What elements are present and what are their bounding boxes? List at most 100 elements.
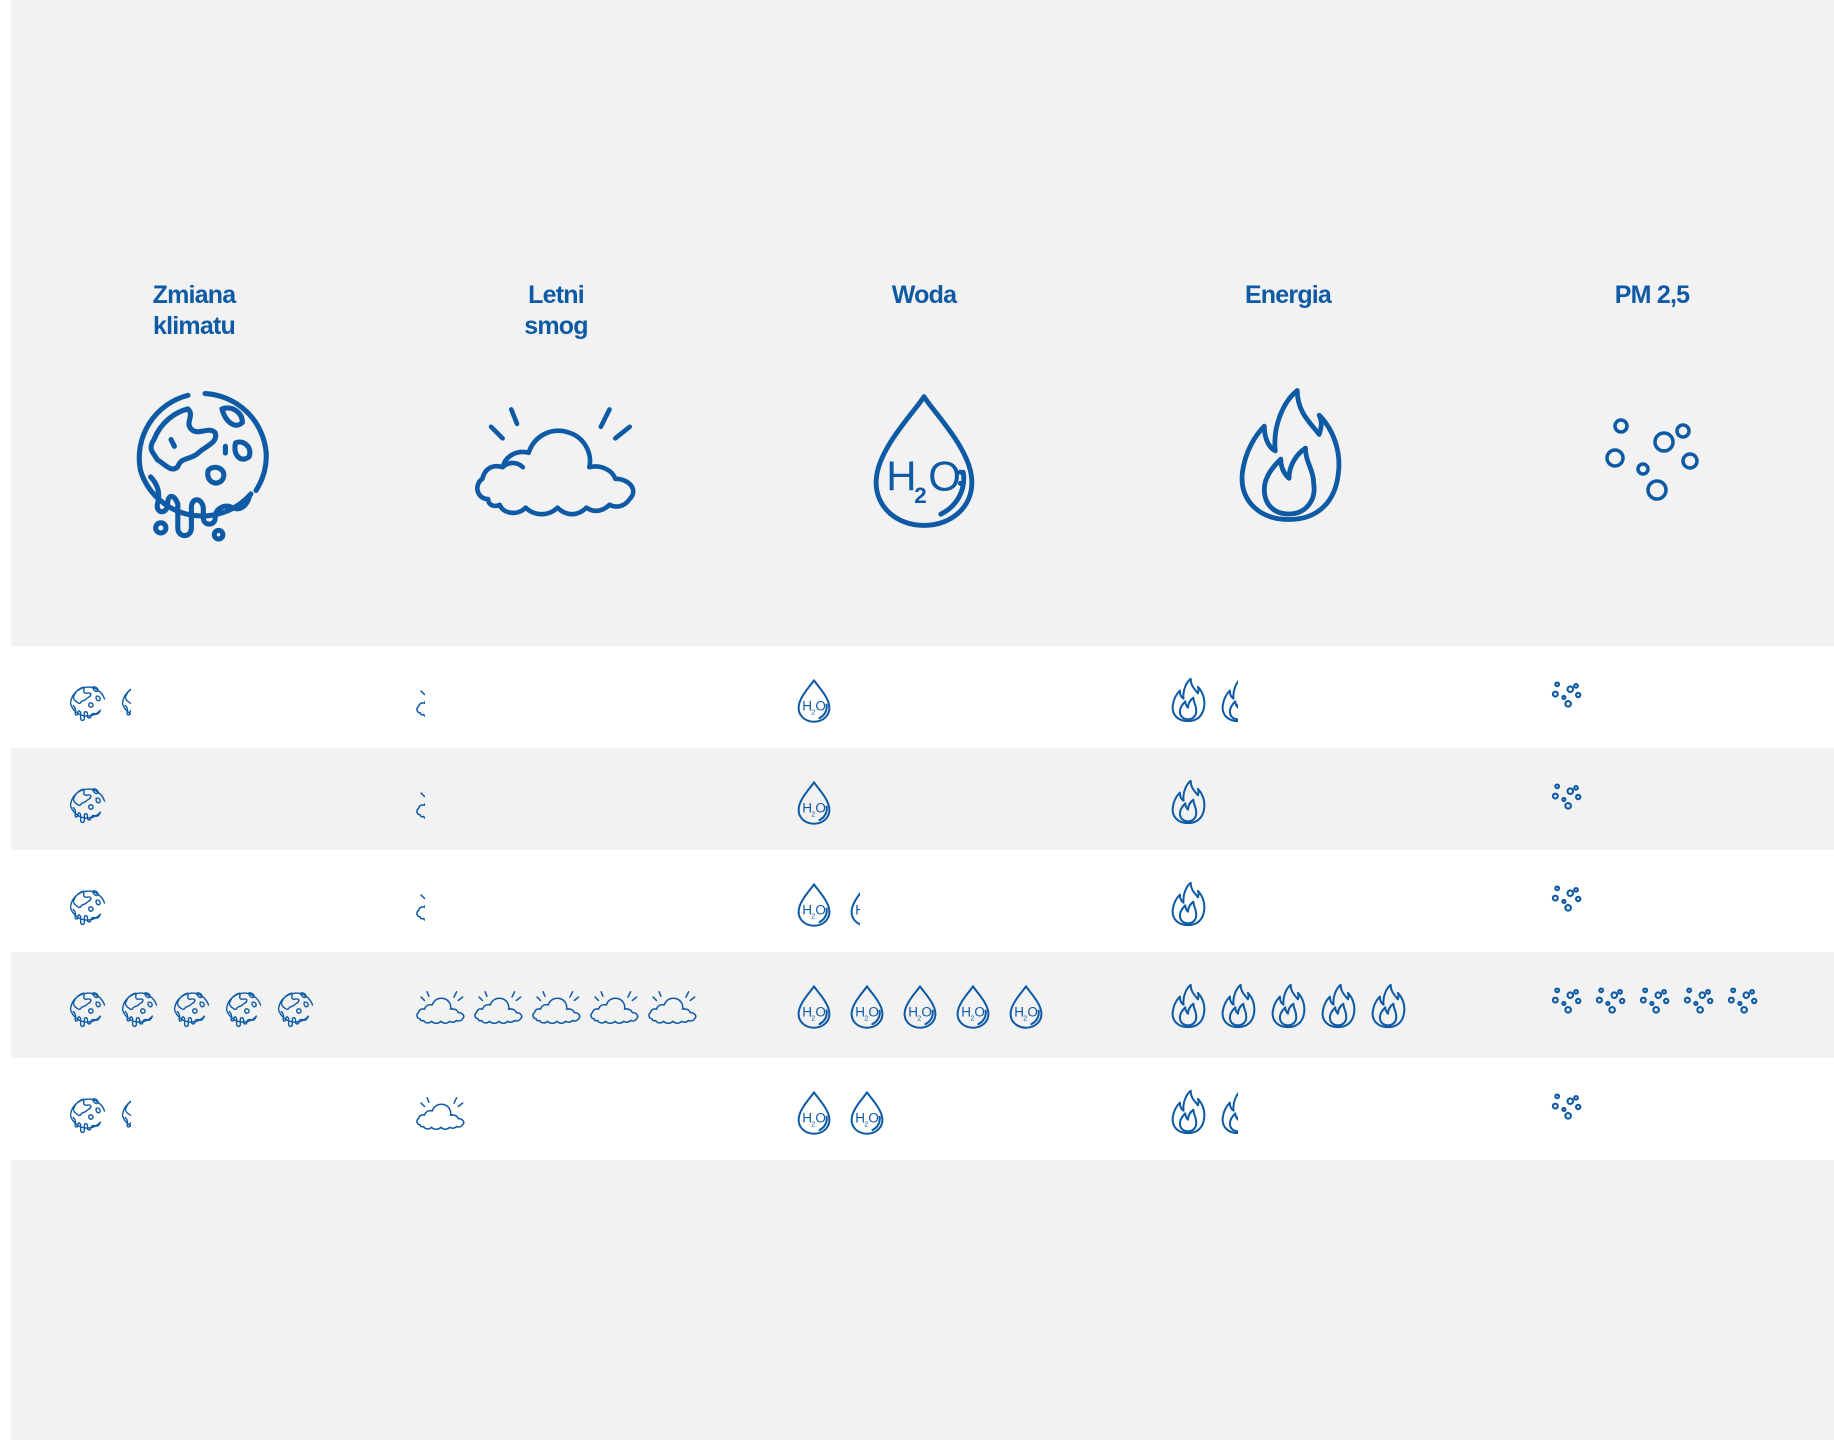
cell-climate xyxy=(65,850,385,952)
svg-text:O: O xyxy=(815,902,826,917)
melting-globe-icon xyxy=(117,1088,131,1140)
svg-text:O: O xyxy=(815,1004,826,1019)
svg-text:H: H xyxy=(855,1110,865,1125)
water-drop-h2o-icon: H2O xyxy=(955,984,995,1034)
table-row: H2O xyxy=(11,748,1834,850)
water-drop-h2o-icon: H2O xyxy=(796,678,836,728)
svg-text:O: O xyxy=(815,698,826,713)
flame-icon xyxy=(1170,983,1210,1033)
melting-globe-icon xyxy=(117,676,131,728)
particles-icon xyxy=(1726,987,1762,1019)
svg-text:2: 2 xyxy=(864,1120,868,1129)
cloud-sun-icon xyxy=(475,407,636,517)
particles-icon xyxy=(1550,885,1586,917)
cell-smog xyxy=(415,646,735,748)
cloud-sun-icon xyxy=(415,783,425,827)
cloud-sun-icon xyxy=(647,987,703,1031)
cell-pm xyxy=(1550,748,1834,850)
svg-text:O: O xyxy=(815,800,826,815)
svg-text:2: 2 xyxy=(811,708,815,717)
svg-text:2: 2 xyxy=(811,912,815,921)
flame-icon xyxy=(1239,388,1342,522)
svg-text:H: H xyxy=(802,1004,812,1019)
svg-text:O: O xyxy=(868,1004,879,1019)
table-row: H2OH2O xyxy=(11,850,1834,952)
particles-icon xyxy=(1550,987,1586,1019)
table-row: H2OH2OH2OH2OH2O xyxy=(11,952,1834,1054)
cell-energy xyxy=(1170,952,1490,1054)
melting-globe-icon xyxy=(169,982,219,1034)
cell-energy xyxy=(1170,1058,1490,1160)
particles-icon xyxy=(1550,1093,1586,1125)
table-row: H2O xyxy=(11,646,1834,748)
svg-text:H: H xyxy=(802,698,812,713)
cell-water: H2OH2OH2OH2OH2O xyxy=(796,952,1116,1054)
svg-text:2: 2 xyxy=(970,1014,974,1023)
svg-text:2: 2 xyxy=(917,1014,921,1023)
cloud-sun-icon xyxy=(473,987,529,1031)
cell-water: H2O xyxy=(796,646,1116,748)
svg-text:2: 2 xyxy=(811,810,815,819)
cloud-sun-icon xyxy=(415,987,471,1031)
water-drop-h2o-icon: H 2 O xyxy=(873,394,975,528)
svg-text:O: O xyxy=(815,1110,826,1125)
cell-pm xyxy=(1550,646,1834,748)
flame-icon xyxy=(1320,983,1360,1033)
cell-smog xyxy=(415,850,735,952)
flame-icon xyxy=(1170,1089,1210,1139)
column-header-climate: Zmiana klimatu xyxy=(152,281,237,340)
cloud-sun-icon xyxy=(415,681,425,725)
cell-smog xyxy=(415,748,735,850)
svg-text:H: H xyxy=(908,1004,918,1019)
svg-text:O: O xyxy=(974,1004,985,1019)
cloud-sun-icon xyxy=(415,1093,471,1137)
melting-globe-icon xyxy=(65,1088,115,1140)
cell-energy xyxy=(1170,646,1490,748)
svg-text:H: H xyxy=(961,1004,971,1019)
svg-text:2: 2 xyxy=(864,1014,868,1023)
svg-text:2: 2 xyxy=(1023,1014,1027,1023)
particles-icon xyxy=(1550,783,1586,815)
svg-text:H: H xyxy=(1014,1004,1024,1019)
cloud-sun-icon xyxy=(415,885,425,929)
melting-globe-icon xyxy=(65,880,115,932)
cell-energy xyxy=(1170,850,1490,952)
particles-icon xyxy=(1682,987,1718,1019)
cloud-sun-icon xyxy=(531,987,587,1031)
cell-pm xyxy=(1550,850,1834,952)
cell-climate xyxy=(65,646,385,748)
cell-climate xyxy=(65,1058,385,1160)
cell-climate xyxy=(65,952,385,1054)
svg-text:O: O xyxy=(868,1110,879,1125)
water-drop-h2o-icon: H2O xyxy=(849,882,860,932)
flame-icon xyxy=(1220,1089,1238,1139)
column-header-water: Woda xyxy=(891,281,957,309)
flame-icon xyxy=(1220,983,1260,1033)
flame-icon xyxy=(1170,881,1210,931)
flame-icon xyxy=(1220,677,1238,727)
melting-globe-icon xyxy=(65,982,115,1034)
table-row: H2OH2O xyxy=(11,1058,1834,1160)
melting-globe-icon xyxy=(65,778,115,830)
water-drop-h2o-icon: H2O xyxy=(1008,984,1048,1034)
melting-globe-icon xyxy=(273,982,323,1034)
column-header-energy: Energia xyxy=(1244,281,1332,309)
svg-text:H: H xyxy=(802,902,812,917)
melting-globe-icon xyxy=(221,982,271,1034)
cell-water: H2OH2O xyxy=(796,850,1116,952)
water-drop-h2o-icon: H2O xyxy=(902,984,942,1034)
cell-pm xyxy=(1550,1058,1834,1160)
melting-globe-icon xyxy=(65,676,115,728)
svg-text:O: O xyxy=(1027,1004,1038,1019)
flame-icon xyxy=(1170,677,1210,727)
svg-text:O: O xyxy=(921,1004,932,1019)
water-drop-h2o-icon: H2O xyxy=(849,984,889,1034)
subscript-two: 2 xyxy=(914,483,926,508)
svg-text:H: H xyxy=(802,800,812,815)
svg-text:H: H xyxy=(855,902,860,917)
svg-text:H: H xyxy=(802,1110,812,1125)
o-letter: O xyxy=(928,452,961,499)
water-drop-h2o-icon: H2O xyxy=(849,1090,889,1140)
water-drop-h2o-icon: H2O xyxy=(796,882,836,932)
cell-smog xyxy=(415,952,735,1054)
